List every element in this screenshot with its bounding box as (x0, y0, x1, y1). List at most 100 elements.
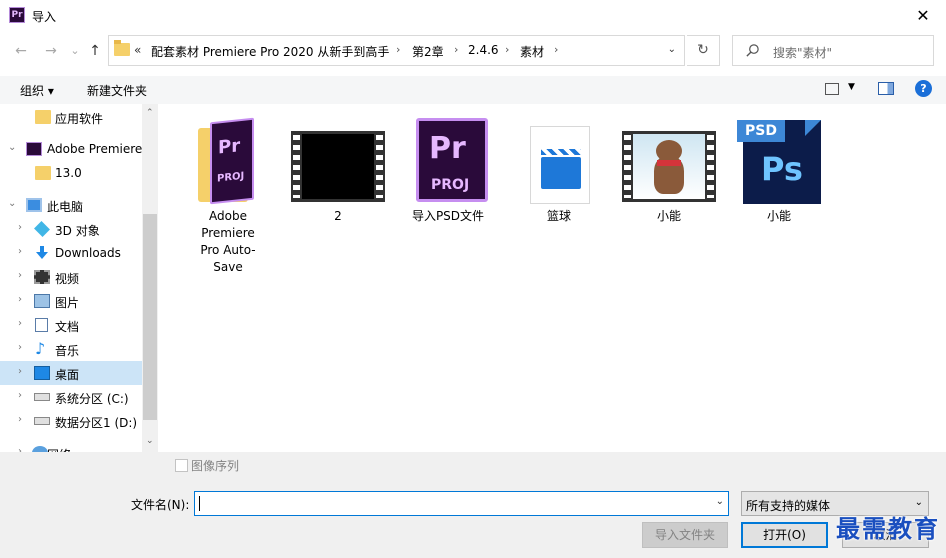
file-item-psd[interactable]: PSD Ps 小能 (729, 114, 829, 225)
chevron-down-icon[interactable]: ⌄ (716, 496, 724, 507)
navigation-pane: 应用软件 ⌄ Adobe Premiere 13.0 ⌄ 此电脑 › 3D 对象… (0, 104, 158, 452)
music-icon: ♪ (35, 339, 46, 358)
import-folder-button[interactable]: 导入文件夹 (642, 522, 728, 548)
drive-icon (34, 393, 50, 401)
title-bar: Pr 导入 ✕ (0, 0, 946, 32)
view-dropdown-icon[interactable]: ▼ (848, 82, 855, 92)
chevron-right-icon[interactable]: › (18, 294, 22, 305)
sidebar-item-drive-d[interactable]: › 数据分区1 (D:) (0, 409, 142, 433)
file-name: 篮球 (546, 209, 571, 223)
dialog-footer: 图像序列 文件名(N): ⌄ 所有支持的媒体 ⌄ 导入文件夹 打开(O) 取消 … (0, 452, 946, 558)
file-item-project[interactable]: Pr PROJ 导入PSD文件 (398, 114, 498, 225)
documents-icon (35, 318, 48, 332)
recent-dropdown[interactable]: ⌄ (64, 40, 86, 62)
sidebar-item-this-pc[interactable]: ⌄ 此电脑 (0, 193, 142, 217)
chevron-right-icon[interactable]: › (18, 414, 22, 425)
up-button[interactable]: ↑ (84, 40, 106, 62)
overflow-chevron-icon[interactable]: « (134, 43, 141, 57)
file-item-folder[interactable]: Pr PROJ Adobe Premiere Pro Auto-Save (178, 114, 278, 276)
breadcrumb-item[interactable]: 2.4.6 (468, 43, 499, 57)
sidebar-item-13[interactable]: 13.0 (0, 161, 142, 185)
sidebar-scrollbar[interactable]: ⌃ ⌄ (142, 104, 158, 452)
sidebar-item-label: 此电脑 (47, 200, 84, 214)
preview-pane-icon[interactable] (878, 82, 894, 95)
sidebar-item-label: 视频 (55, 272, 80, 286)
scroll-thumb[interactable] (143, 214, 157, 420)
sidebar-item-adobe-premiere[interactable]: ⌄ Adobe Premiere (0, 137, 142, 161)
refresh-button[interactable]: ↻ (687, 35, 720, 66)
search-icon (746, 44, 759, 57)
clapperboard-icon (509, 114, 609, 206)
search-box[interactable]: 搜索"素材" (732, 35, 934, 66)
pc-icon (26, 198, 42, 212)
chevron-down-icon[interactable]: ⌄ (915, 497, 923, 508)
file-item-video[interactable]: 2 (288, 114, 388, 225)
sidebar-item-videos[interactable]: › 视频 (0, 265, 142, 289)
chevron-down-icon[interactable]: ⌄ (8, 198, 16, 209)
chevron-right-icon[interactable]: › (18, 246, 22, 257)
help-icon[interactable]: ? (915, 80, 932, 97)
chevron-right-icon[interactable]: › (18, 390, 22, 401)
sidebar-item-music[interactable]: › ♪ 音乐 (0, 337, 142, 361)
sidebar-item-desktop[interactable]: › 桌面 (0, 361, 142, 385)
open-button[interactable]: 打开(O) (741, 522, 828, 548)
3d-objects-icon (34, 221, 50, 237)
close-button[interactable]: ✕ (900, 0, 946, 32)
sidebar-item-label: 13.0 (55, 166, 82, 180)
breadcrumb-item[interactable]: 素材 (520, 43, 544, 60)
sidebar-item-label: Downloads (55, 246, 121, 260)
back-button[interactable]: ← (10, 40, 32, 62)
command-toolbar: 组织 ▾ 新建文件夹 ▼ ? (0, 76, 946, 104)
file-name: 小能 (656, 209, 681, 223)
address-dropdown-icon[interactable]: ⌄ (668, 44, 676, 55)
sidebar-item-network[interactable]: › 网络 (0, 441, 142, 452)
file-item-video[interactable]: 小能 (619, 114, 719, 225)
organize-menu[interactable]: 组织 ▾ (20, 82, 54, 99)
sidebar-item-label: 数据分区1 (D:) (55, 416, 138, 430)
sidebar-item-label: 3D 对象 (55, 224, 100, 238)
chevron-right-icon[interactable]: › (18, 366, 22, 377)
proj-label: PROJ (431, 177, 470, 193)
filename-field[interactable]: ⌄ (194, 491, 729, 516)
view-options-icon[interactable] (825, 83, 839, 95)
sidebar-item-documents[interactable]: › 文档 (0, 313, 142, 337)
download-icon (36, 246, 48, 259)
sidebar-item-3d-objects[interactable]: › 3D 对象 (0, 217, 142, 241)
scroll-up-icon[interactable]: ⌃ (146, 108, 154, 118)
breadcrumb-item[interactable]: 第2章 (412, 43, 444, 60)
chevron-right-icon[interactable]: › (18, 342, 22, 353)
chevron-right-icon[interactable]: › (554, 43, 558, 56)
image-sequence-checkbox[interactable] (175, 459, 188, 472)
sidebar-item-downloads[interactable]: › Downloads (0, 241, 142, 265)
chevron-right-icon[interactable]: › (505, 43, 509, 56)
psd-label: PSD (737, 120, 785, 142)
premiere-icon (26, 142, 42, 156)
image-sequence-label: 图像序列 (191, 459, 240, 473)
scroll-down-icon[interactable]: ⌄ (146, 436, 154, 446)
chevron-right-icon[interactable]: › (18, 222, 22, 233)
breadcrumb-item[interactable]: 配套素材 Premiere Pro 2020 从新手到高手 (151, 43, 389, 60)
sidebar-item-label: Adobe Premiere (47, 142, 143, 156)
sidebar-item-label: 文档 (55, 320, 80, 334)
sidebar-item-pictures[interactable]: › 图片 (0, 289, 142, 313)
sidebar-item-apps[interactable]: 应用软件 (0, 105, 142, 129)
bear-video-thumbnail (619, 114, 719, 206)
folder-icon (114, 40, 130, 56)
video-icon (34, 270, 50, 284)
new-folder-button[interactable]: 新建文件夹 (87, 82, 147, 99)
file-type-value: 所有支持的媒体 (746, 499, 831, 513)
file-item-video[interactable]: 篮球 (509, 114, 609, 225)
sidebar-item-drive-c[interactable]: › 系统分区 (C:) (0, 385, 142, 409)
folder-icon: Pr PROJ (178, 114, 278, 206)
chevron-right-icon[interactable]: › (18, 318, 22, 329)
file-list: Pr PROJ Adobe Premiere Pro Auto-Save 2 P… (158, 104, 946, 452)
chevron-right-icon[interactable]: › (396, 43, 400, 56)
search-input[interactable]: 搜索"素材" (773, 44, 832, 61)
forward-button[interactable]: → (40, 40, 62, 62)
chevron-down-icon[interactable]: ⌄ (8, 142, 16, 153)
address-bar[interactable]: « 配套素材 Premiere Pro 2020 从新手到高手 › 第2章 › … (108, 35, 685, 66)
folder-icon (35, 166, 51, 180)
chevron-right-icon[interactable]: › (454, 43, 458, 56)
premiere-logo: Pr (429, 131, 466, 166)
chevron-right-icon[interactable]: › (18, 270, 22, 281)
